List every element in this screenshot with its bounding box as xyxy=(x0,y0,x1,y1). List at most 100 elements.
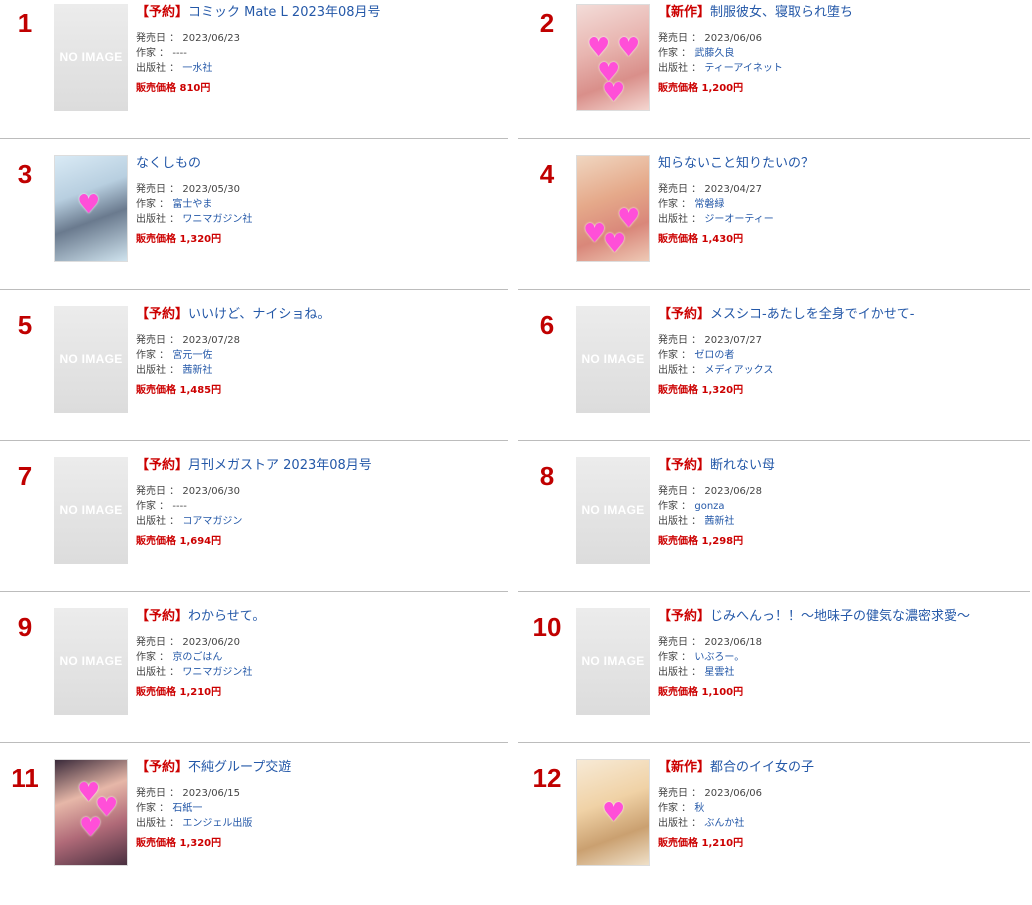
author-value: ---- xyxy=(172,48,187,59)
no-image-placeholder: NO IMAGE xyxy=(59,352,123,366)
publisher-link[interactable]: ティーアイネット xyxy=(704,63,783,74)
item-title-link[interactable]: 【新作】制服彼女、寝取られ堕ち xyxy=(658,4,1018,21)
publisher-label: 出版社 ： xyxy=(658,214,702,225)
publisher-link[interactable]: 茜新社 xyxy=(704,516,734,527)
author-value[interactable]: いぶろー。 xyxy=(694,652,744,663)
item-title-link[interactable]: 【予約】じみへんっ！！～地味子の健気な濃密求愛～ xyxy=(658,608,1018,625)
item-info: 【新作】都合のイイ女の子 発売日 ： 2023/06/06 作家 ： 秋出版社 ： … xyxy=(658,759,1018,849)
rank-number: 8 xyxy=(539,461,555,491)
item-title: コミック Mate L 2023年08月号 xyxy=(188,5,381,20)
status-badge: 【新作】 xyxy=(658,760,711,775)
item-title-link[interactable]: なくしもの xyxy=(136,155,496,172)
author-value[interactable]: gonza xyxy=(694,501,724,512)
author-value[interactable]: ゼロの者 xyxy=(694,350,734,361)
author-label: 作家 ： xyxy=(136,350,170,361)
publisher-label: 出版社 ： xyxy=(136,63,180,74)
publisher-link[interactable]: コアマガジン xyxy=(182,516,242,527)
publisher-link[interactable]: ジーオーティー xyxy=(704,214,773,225)
book-cover-image[interactable]: ♥ ♥ ♥ xyxy=(54,759,128,866)
book-cover-image[interactable]: NO IMAGE xyxy=(576,457,650,564)
author-value[interactable]: 富士やま xyxy=(172,199,212,210)
release-date-value: 2023/06/30 xyxy=(182,486,241,497)
book-cover-image[interactable]: NO IMAGE xyxy=(54,4,128,111)
author-label: 作家 ： xyxy=(136,652,170,663)
release-date-value: 2023/05/30 xyxy=(182,184,241,195)
item-title-link[interactable]: 【予約】メスシコ-あたしを全身でイかせて- xyxy=(658,306,1018,323)
author-row: 作家 ： ---- xyxy=(136,46,496,61)
price-value: 1,320円 xyxy=(179,838,222,849)
author-value[interactable]: 秋 xyxy=(694,803,704,814)
item-info: 【新作】制服彼女、寝取られ堕ち 発売日 ： 2023/06/06 作家 ： 武藤久良… xyxy=(658,4,1018,94)
book-cover-image[interactable]: NO IMAGE xyxy=(576,306,650,413)
item-title-link[interactable]: 【予約】断れない母 xyxy=(658,457,1018,474)
price-label: 販売価格 xyxy=(136,838,176,849)
rank-number: 4 xyxy=(539,159,555,189)
author-value[interactable]: 京のごはん xyxy=(172,652,222,663)
publisher-row: 出版社 ： 茜新社 xyxy=(658,514,1018,529)
price-value: 1,210円 xyxy=(179,687,222,698)
release-date-label: 発売日 ： xyxy=(658,335,702,346)
book-cover-image[interactable]: NO IMAGE xyxy=(54,608,128,715)
release-date-label: 発売日 ： xyxy=(136,184,180,195)
author-value[interactable]: 常磐緑 xyxy=(694,199,724,210)
item-title-link[interactable]: 【予約】不純グループ交遊 xyxy=(136,759,496,776)
release-date-row: 発売日 ： 2023/06/23 xyxy=(136,31,496,46)
item-title: わからせて。 xyxy=(188,609,266,624)
ranking-item: 2 ♥ ♥ ♥ ♥ 【新作】制服彼女、寝取られ堕ち 発売日 ： 2023/06/06 作家 ：… xyxy=(522,0,1022,150)
row-divider xyxy=(0,591,508,592)
release-date-value: 2023/06/28 xyxy=(704,486,763,497)
price-label: 販売価格 xyxy=(658,687,698,698)
release-date-row: 発売日 ： 2023/07/27 xyxy=(658,333,1018,348)
release-date-value: 2023/06/06 xyxy=(704,33,763,44)
rank-number: 9 xyxy=(17,612,33,642)
item-title-link[interactable]: 【予約】月刊メガストア 2023年08月号 xyxy=(136,457,496,474)
author-label: 作家 ： xyxy=(136,199,170,210)
publisher-link[interactable]: 茜新社 xyxy=(182,365,212,376)
item-meta: 発売日 ： 2023/06/30 作家 ： ---- 出版社 ： コアマガジン xyxy=(136,484,496,529)
book-cover-image[interactable]: ♥ xyxy=(54,155,128,262)
publisher-link[interactable]: ワニマガジン社 xyxy=(182,214,252,225)
release-date-row: 発売日 ： 2023/06/20 xyxy=(136,635,496,650)
book-cover-image[interactable]: NO IMAGE xyxy=(54,306,128,413)
status-badge: 【予約】 xyxy=(136,5,189,20)
publisher-link[interactable]: 星雲社 xyxy=(704,667,734,678)
publisher-link[interactable]: ぶんか社 xyxy=(704,818,744,829)
item-title: 月刊メガストア 2023年08月号 xyxy=(188,458,372,473)
item-title-link[interactable]: 【予約】コミック Mate L 2023年08月号 xyxy=(136,4,496,21)
item-title-link[interactable]: 【新作】都合のイイ女の子 xyxy=(658,759,1018,776)
book-cover-image[interactable]: ♥ xyxy=(576,759,650,866)
row-divider xyxy=(0,289,508,290)
release-date-row: 発売日 ： 2023/06/28 xyxy=(658,484,1018,499)
book-cover-image[interactable]: NO IMAGE xyxy=(576,608,650,715)
author-row: 作家 ： gonza xyxy=(658,499,1018,514)
release-date-row: 発売日 ： 2023/06/06 xyxy=(658,786,1018,801)
book-cover-image[interactable]: NO IMAGE xyxy=(54,457,128,564)
rank-number: 11 xyxy=(11,763,39,793)
publisher-link[interactable]: メディアックス xyxy=(704,365,773,376)
author-value[interactable]: 武藤久良 xyxy=(694,48,734,59)
author-row: 作家 ： ゼロの者 xyxy=(658,348,1018,363)
release-date-row: 発売日 ： 2023/04/27 xyxy=(658,182,1018,197)
item-title-link[interactable]: 【予約】わからせて。 xyxy=(136,608,496,625)
row-divider xyxy=(518,440,1030,441)
release-date-label: 発売日 ： xyxy=(136,33,180,44)
item-meta: 発売日 ： 2023/06/06 作家 ： 武藤久良 出版社 ： ティーアイネット xyxy=(658,31,1018,76)
release-date-value: 2023/06/15 xyxy=(182,788,241,799)
item-title: なくしもの xyxy=(136,156,202,171)
release-date-value: 2023/07/28 xyxy=(182,335,241,346)
book-cover-image[interactable]: ♥ ♥ ♥ xyxy=(576,155,650,262)
publisher-link[interactable]: 一水社 xyxy=(182,63,212,74)
publisher-row: 出版社 ： 茜新社 xyxy=(136,363,496,378)
publisher-link[interactable]: エンジェル出版 xyxy=(182,818,252,829)
item-title-link[interactable]: 【予約】いいけど、ナイショね。 xyxy=(136,306,496,323)
book-cover-image[interactable]: ♥ ♥ ♥ ♥ xyxy=(576,4,650,111)
publisher-link[interactable]: ワニマガジン社 xyxy=(182,667,252,678)
status-badge: 【予約】 xyxy=(136,609,189,624)
item-title: 知らないこと知りたいの？ xyxy=(658,156,815,171)
item-title: 制服彼女、寝取られ堕ち xyxy=(710,5,854,20)
author-value[interactable]: 石紙一 xyxy=(172,803,202,814)
publisher-row: 出版社 ： ティーアイネット xyxy=(658,61,1018,76)
author-label: 作家 ： xyxy=(658,199,692,210)
item-title-link[interactable]: 知らないこと知りたいの？ xyxy=(658,155,1018,172)
author-value[interactable]: 宮元一佐 xyxy=(172,350,212,361)
